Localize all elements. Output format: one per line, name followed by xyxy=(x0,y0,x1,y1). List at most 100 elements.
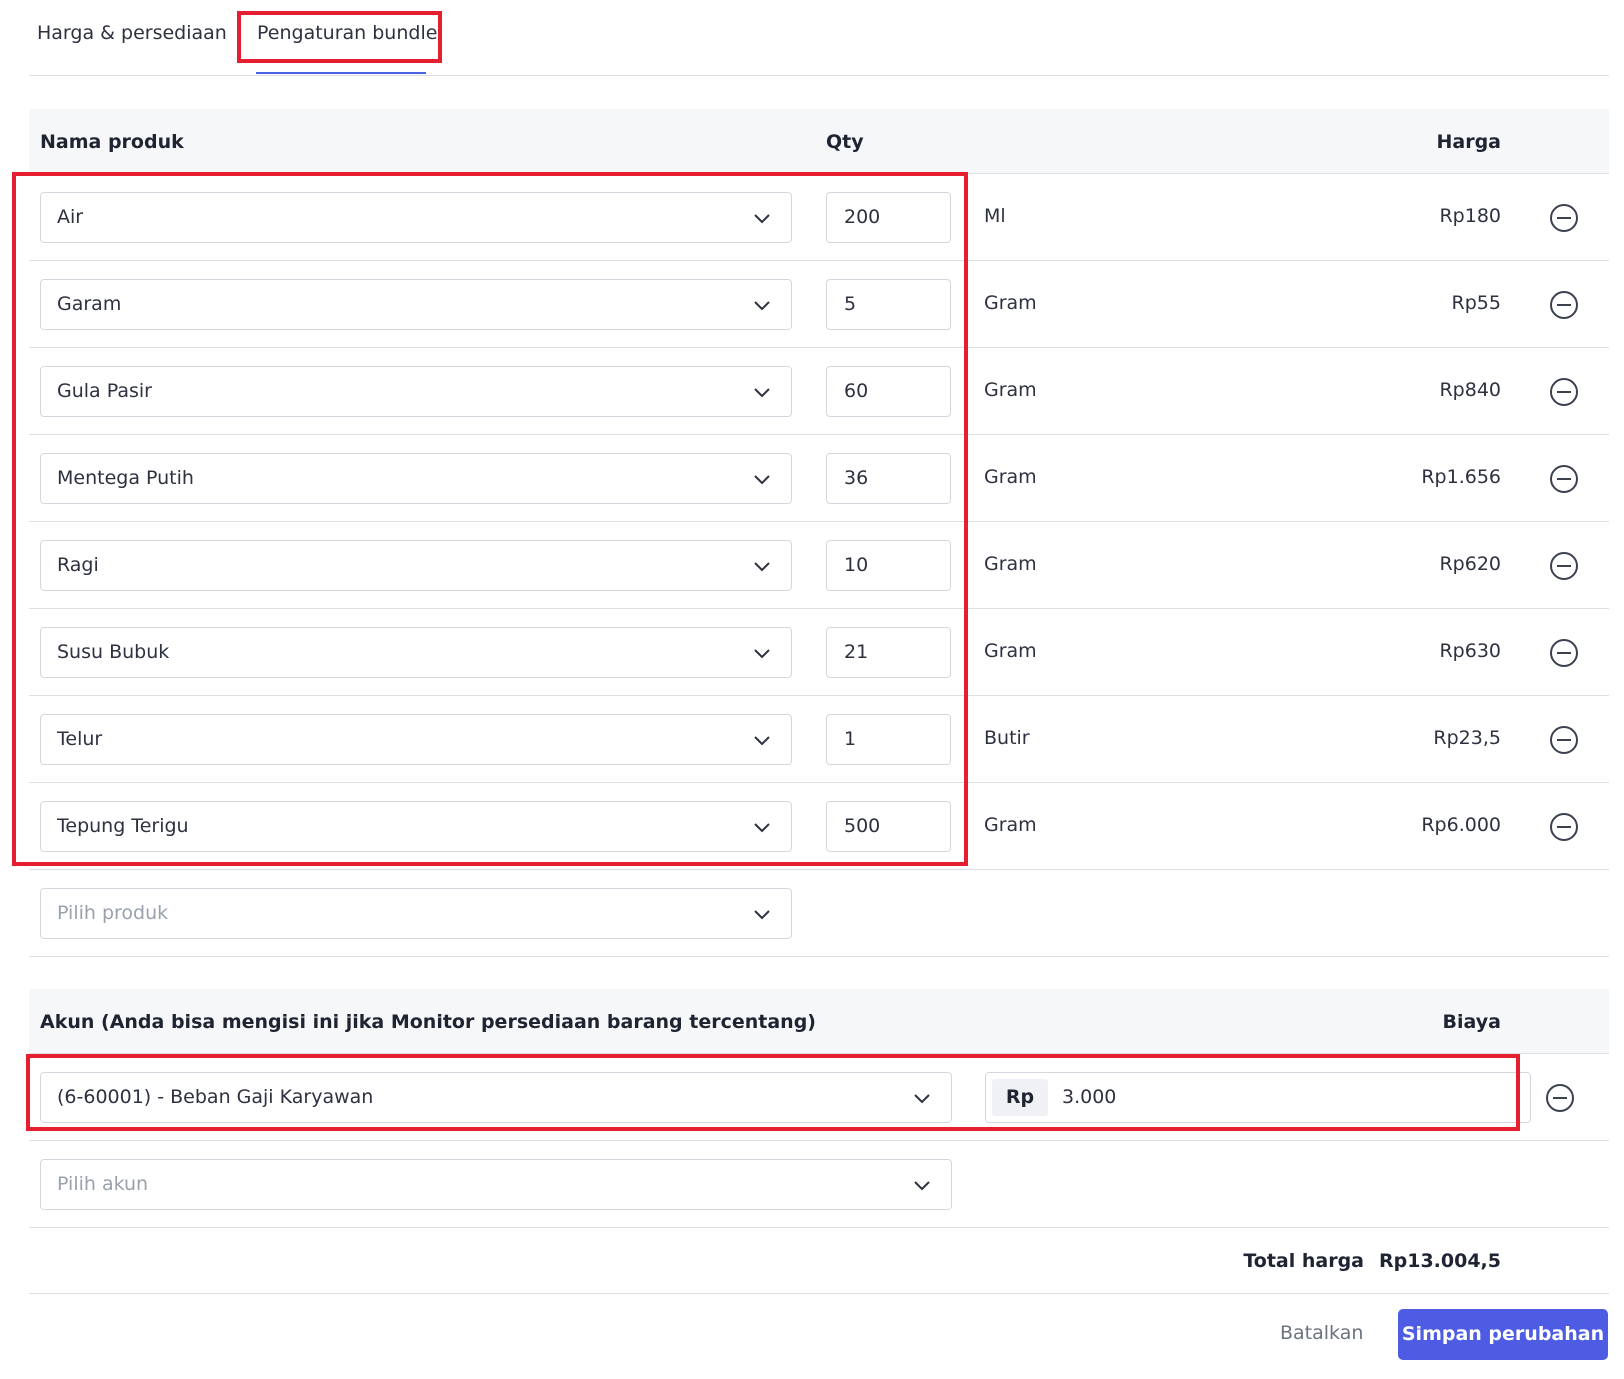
total-label: Total harga xyxy=(1243,1250,1364,1272)
product-select-value: Susu Bubuk xyxy=(57,641,170,663)
price-value: Rp6.000 xyxy=(1421,814,1501,836)
qty-input[interactable]: 36 xyxy=(826,453,951,504)
active-tab-indicator xyxy=(256,72,426,74)
product-select[interactable]: Telur xyxy=(40,714,792,765)
product-select[interactable]: Garam xyxy=(40,279,792,330)
product-select[interactable]: Ragi xyxy=(40,540,792,591)
price-value: Rp23,5 xyxy=(1433,727,1501,749)
chevron-down-icon xyxy=(754,910,770,920)
qty-input[interactable]: 60 xyxy=(826,366,951,417)
product-select[interactable]: Air xyxy=(40,192,792,243)
chevron-down-icon xyxy=(914,1094,930,1104)
product-select-value: Garam xyxy=(57,293,122,315)
qty-input[interactable]: 10 xyxy=(826,540,951,591)
add-product-row: Pilih produk xyxy=(29,870,1609,957)
column-header-price: Harga xyxy=(1436,131,1501,153)
product-row: Tepung Terigu 500 Gram Rp6.000 xyxy=(29,783,1609,870)
qty-value: 21 xyxy=(844,641,869,663)
product-select[interactable]: Gula Pasir xyxy=(40,366,792,417)
remove-row-icon[interactable] xyxy=(1549,377,1579,407)
chevron-down-icon xyxy=(754,649,770,659)
unit-label: Ml xyxy=(984,205,1006,227)
add-account-row: Pilih akun xyxy=(29,1141,1609,1228)
account-row: (6-60001) - Beban Gaji Karyawan Rp 3.000 xyxy=(29,1054,1609,1141)
currency-prefix: Rp xyxy=(992,1079,1048,1116)
products-table-header: Nama produk Qty Harga xyxy=(29,109,1609,174)
remove-row-icon[interactable] xyxy=(1549,290,1579,320)
price-value: Rp180 xyxy=(1439,205,1501,227)
tab-pengaturan-bundle[interactable]: Pengaturan bundle xyxy=(257,22,437,44)
account-select[interactable]: (6-60001) - Beban Gaji Karyawan xyxy=(40,1072,952,1123)
qty-value: 36 xyxy=(844,467,869,489)
price-value: Rp1.656 xyxy=(1421,466,1501,488)
cancel-button[interactable]: Batalkan xyxy=(1280,1322,1363,1344)
add-account-placeholder: Pilih akun xyxy=(57,1173,149,1195)
qty-value: 1 xyxy=(844,728,857,750)
chevron-down-icon xyxy=(754,562,770,572)
product-row: Gula Pasir 60 Gram Rp840 xyxy=(29,348,1609,435)
qty-value: 200 xyxy=(844,206,881,228)
column-header-cost: Biaya xyxy=(1442,1011,1501,1033)
remove-row-icon[interactable] xyxy=(1549,551,1579,581)
add-product-select[interactable]: Pilih produk xyxy=(40,888,792,939)
add-account-select[interactable]: Pilih akun xyxy=(40,1159,952,1210)
unit-label: Gram xyxy=(984,379,1037,401)
add-product-placeholder: Pilih produk xyxy=(57,902,169,924)
chevron-down-icon xyxy=(914,1181,930,1191)
price-value: Rp620 xyxy=(1439,553,1501,575)
remove-row-icon[interactable] xyxy=(1549,464,1579,494)
remove-row-icon[interactable] xyxy=(1549,203,1579,233)
column-header-account: Akun (Anda bisa mengisi ini jika Monitor… xyxy=(40,1011,816,1033)
product-row: Garam 5 Gram Rp55 xyxy=(29,261,1609,348)
qty-value: 5 xyxy=(844,293,857,315)
chevron-down-icon xyxy=(754,388,770,398)
column-header-qty: Qty xyxy=(826,131,864,153)
unit-label: Gram xyxy=(984,814,1037,836)
tab-harga-persediaan[interactable]: Harga & persediaan xyxy=(37,22,227,44)
remove-row-icon[interactable] xyxy=(1549,725,1579,755)
chevron-down-icon xyxy=(754,736,770,746)
accounts-table-header: Akun (Anda bisa mengisi ini jika Monitor… xyxy=(29,989,1609,1054)
remove-row-icon[interactable] xyxy=(1549,638,1579,668)
product-select-value: Air xyxy=(57,206,84,228)
product-row: Air 200 Ml Rp180 xyxy=(29,174,1609,261)
price-value: Rp630 xyxy=(1439,640,1501,662)
cost-value: 3.000 xyxy=(1062,1086,1117,1108)
unit-label: Gram xyxy=(984,553,1037,575)
chevron-down-icon xyxy=(754,475,770,485)
product-select-value: Ragi xyxy=(57,554,99,576)
remove-row-icon[interactable] xyxy=(1549,812,1579,842)
qty-input[interactable]: 21 xyxy=(826,627,951,678)
chevron-down-icon xyxy=(754,214,770,224)
qty-input[interactable]: 500 xyxy=(826,801,951,852)
qty-input[interactable]: 5 xyxy=(826,279,951,330)
product-select[interactable]: Mentega Putih xyxy=(40,453,792,504)
unit-label: Gram xyxy=(984,466,1037,488)
qty-input[interactable]: 200 xyxy=(826,192,951,243)
save-button[interactable]: Simpan perubahan xyxy=(1398,1309,1608,1360)
product-row: Susu Bubuk 21 Gram Rp630 xyxy=(29,609,1609,696)
unit-label: Butir xyxy=(984,727,1030,749)
qty-input[interactable]: 1 xyxy=(826,714,951,765)
account-select-value: (6-60001) - Beban Gaji Karyawan xyxy=(57,1086,374,1108)
qty-value: 10 xyxy=(844,554,869,576)
cost-input[interactable]: Rp 3.000 xyxy=(985,1072,1531,1123)
column-header-name: Nama produk xyxy=(40,131,184,153)
chevron-down-icon xyxy=(754,301,770,311)
chevron-down-icon xyxy=(754,823,770,833)
qty-value: 60 xyxy=(844,380,869,402)
unit-label: Gram xyxy=(984,292,1037,314)
product-select[interactable]: Tepung Terigu xyxy=(40,801,792,852)
product-row: Mentega Putih 36 Gram Rp1.656 xyxy=(29,435,1609,522)
product-select[interactable]: Susu Bubuk xyxy=(40,627,792,678)
total-row: Total harga Rp13.004,5 xyxy=(29,1228,1609,1294)
unit-label: Gram xyxy=(984,640,1037,662)
product-select-value: Tepung Terigu xyxy=(57,815,189,837)
remove-row-icon[interactable] xyxy=(1545,1083,1575,1113)
total-value: Rp13.004,5 xyxy=(1379,1250,1501,1272)
qty-value: 500 xyxy=(844,815,881,837)
product-select-value: Mentega Putih xyxy=(57,467,194,489)
product-row: Telur 1 Butir Rp23,5 xyxy=(29,696,1609,783)
product-select-value: Gula Pasir xyxy=(57,380,152,402)
product-select-value: Telur xyxy=(57,728,103,750)
